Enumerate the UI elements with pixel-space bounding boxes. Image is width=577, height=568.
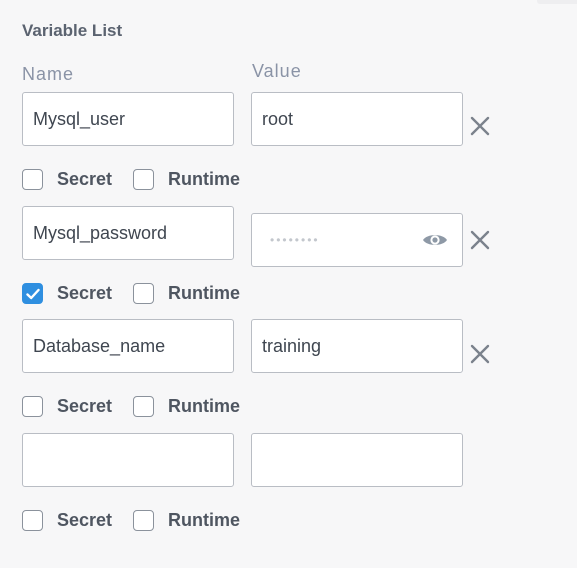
checkbox-box[interactable] [133, 396, 155, 417]
runtime-checkbox[interactable]: Runtime [133, 283, 240, 304]
runtime-label: Runtime [168, 169, 241, 189]
variable-options: Secret Runtime [22, 510, 261, 531]
value-column-label: Value [252, 61, 302, 81]
name-column-label: Name [22, 64, 75, 84]
variable-name-input[interactable]: Mysql_user [22, 92, 234, 146]
variable-value-text: root [262, 108, 294, 129]
corner-decoration [537, 0, 577, 4]
variable-name-input[interactable] [22, 433, 234, 487]
variable-options: Secret Runtime [22, 169, 261, 190]
variable-options: Secret Runtime [22, 396, 261, 417]
runtime-label: Runtime [168, 510, 241, 530]
checkmark-icon [25, 288, 40, 299]
variable-name-text: Mysql_password [33, 222, 168, 243]
secret-checkbox[interactable]: Secret [22, 396, 112, 417]
secret-label: Secret [57, 510, 113, 530]
variable-value-input[interactable]: training [251, 319, 463, 373]
checkbox-box[interactable] [22, 169, 43, 190]
checkbox-box[interactable] [22, 283, 43, 304]
close-icon[interactable] [470, 344, 490, 364]
secret-label: Secret [57, 283, 113, 303]
secret-checkbox[interactable]: Secret [22, 169, 112, 190]
close-icon[interactable] [470, 230, 490, 250]
checkbox-box[interactable] [133, 510, 155, 531]
section-title: Variable List [22, 21, 123, 40]
variable-value-text: training [262, 335, 322, 356]
secret-label: Secret [57, 169, 113, 189]
variable-name-text: Database_name [33, 335, 166, 356]
variable-name-input[interactable]: Database_name [22, 319, 234, 373]
variable-value-input[interactable] [251, 433, 463, 487]
secret-label: Secret [57, 396, 113, 416]
secret-checkbox[interactable]: Secret [22, 510, 112, 531]
secret-checkbox[interactable]: Secret [22, 283, 112, 304]
close-icon[interactable] [470, 116, 490, 136]
variable-value-input[interactable]: root [251, 92, 463, 146]
variable-name-text: Mysql_user [33, 108, 126, 129]
runtime-checkbox[interactable]: Runtime [133, 396, 240, 417]
variable-name-input[interactable]: Mysql_password [22, 206, 234, 260]
checkbox-box[interactable] [133, 283, 155, 304]
eye-icon[interactable] [422, 232, 448, 248]
runtime-label: Runtime [168, 396, 241, 416]
checkbox-box[interactable] [133, 169, 155, 190]
runtime-label: Runtime [168, 283, 241, 303]
variable-value-input[interactable]: •••••••• [251, 213, 463, 267]
masked-value-text: •••••••• [270, 233, 320, 247]
variable-options: Secret Runtime [22, 283, 261, 304]
checkbox-box[interactable] [22, 396, 43, 417]
runtime-checkbox[interactable]: Runtime [133, 510, 240, 531]
checkbox-box[interactable] [22, 510, 43, 531]
runtime-checkbox[interactable]: Runtime [133, 169, 240, 190]
